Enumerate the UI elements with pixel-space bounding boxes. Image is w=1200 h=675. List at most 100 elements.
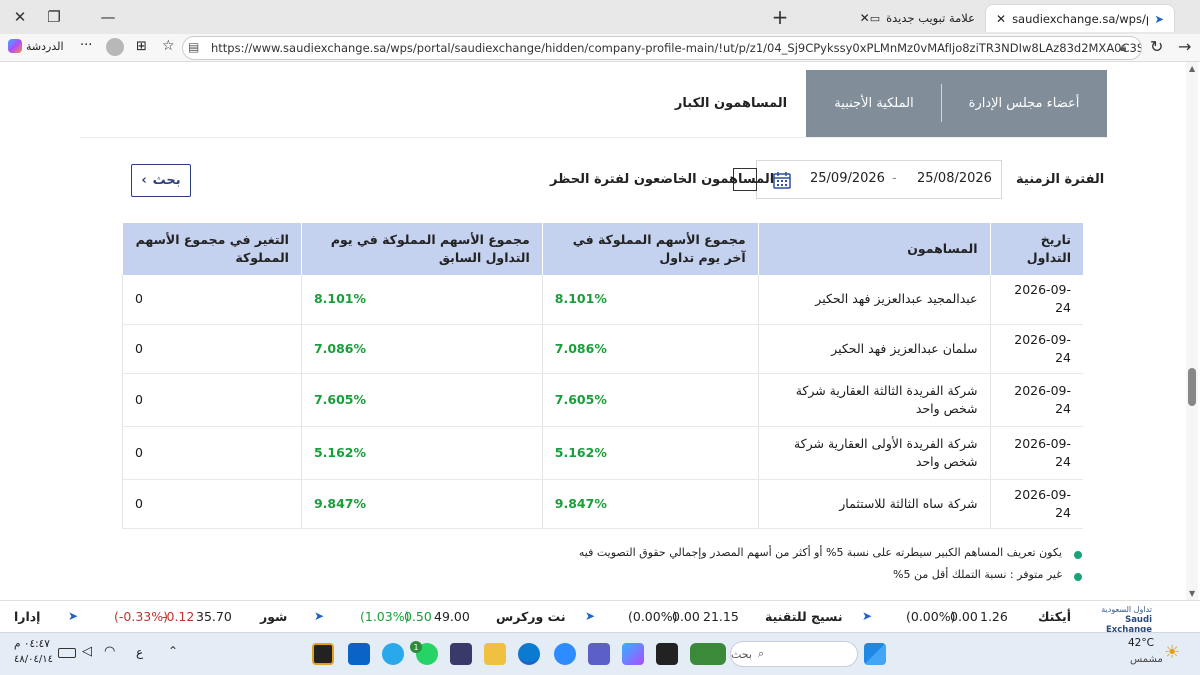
edge-icon[interactable]	[518, 643, 540, 665]
restore-window-icon[interactable]: ❐	[34, 4, 74, 30]
table-row: 2026-09-24 شركة ساه الثالثة للاستثمار 9.…	[122, 479, 1083, 529]
refresh-icon[interactable]: ↻	[1150, 37, 1163, 56]
scroll-down-icon[interactable]: ▼	[1189, 589, 1195, 598]
outlook-icon[interactable]	[348, 643, 370, 665]
col-header-prev-day: مجموع الأسهم المملوكة في يوم التداول الس…	[300, 223, 543, 275]
weather-sun-icon: ☀	[1164, 642, 1181, 663]
wifi-icon[interactable]: ◠	[104, 644, 115, 659]
profile-avatar[interactable]	[106, 38, 124, 56]
tab-new[interactable]: ✕ علامة تبويب جديدة ▭	[815, 4, 985, 32]
clock-time[interactable]: ٠٤:٤٧ م	[14, 638, 50, 650]
ticker-price: 21.15	[703, 609, 739, 624]
ticker-name[interactable]: شور	[260, 609, 287, 624]
cell-date: 2026-09-24	[989, 426, 1083, 480]
col-header-date: تاريخ التداول	[989, 223, 1083, 275]
more-menu-icon[interactable]: ···	[80, 38, 92, 53]
tab-page-icon: ▭	[869, 11, 881, 25]
calendar-icon[interactable]	[773, 171, 791, 189]
cell-change: 0	[122, 275, 302, 325]
windows-start-icon[interactable]	[864, 643, 886, 665]
clock-date: ٤٨/٠٤/١٤	[14, 654, 53, 665]
taskbar-search-field[interactable]: ⌕ بحث	[730, 641, 858, 667]
teams-icon[interactable]	[588, 643, 610, 665]
battery-icon[interactable]	[58, 648, 76, 658]
cell-date: 2026-09-24	[989, 373, 1083, 427]
scrollbar-thumb[interactable]	[1188, 368, 1196, 406]
minimize-window-icon[interactable]: —	[88, 4, 128, 30]
table-row: 2026-09-24 شركة الفريدة الثالثة العقارية…	[122, 373, 1083, 427]
cell-change: 0	[122, 479, 302, 529]
page-info-icon[interactable]: ▤	[188, 40, 199, 54]
collections-icon[interactable]: ⊞	[136, 39, 147, 54]
tab-major-shareholders[interactable]: المساهمون الكبار	[656, 70, 806, 137]
file-explorer-icon[interactable]	[484, 643, 506, 665]
note-not-available: غير متوفر : نسبة التملك أقل من 5%	[893, 568, 1062, 581]
cell-change: 0	[122, 426, 302, 480]
col-header-last-day: مجموع الأسهم المملوكة في آخر يوم تداول	[541, 223, 759, 275]
back-arrow-icon[interactable]: →	[1178, 37, 1191, 56]
close-tab-icon[interactable]: ✕	[996, 12, 1006, 26]
mosque-widget-icon[interactable]	[690, 643, 726, 665]
whatsapp-badge: 1	[410, 641, 422, 653]
system-tray-chevron-icon[interactable]: ⌃	[168, 644, 178, 658]
tab-foreign-ownership[interactable]: الملكية الأجنبية	[806, 70, 942, 137]
cell-prev-day: 8.101%	[300, 275, 543, 325]
ticker-name[interactable]: أيكتك	[1038, 609, 1071, 624]
logo-ar-text: تداول السعودية	[1101, 605, 1152, 614]
copilot-icon	[8, 39, 22, 53]
favorite-star-icon[interactable]: ☆	[162, 38, 175, 54]
blackout-period-label: المساهمون الخاضعون لفترة الحظر	[550, 172, 775, 187]
windows-taskbar: 42°C مشمس ☀ ⌕ بحث 1 ⌃ ع ◠ ◁ ٠٤:٤٧ م ٤٨/٠…	[0, 632, 1200, 675]
ticker-arrow-icon: ➤	[314, 609, 325, 623]
ticker-name[interactable]: نت وركرس	[496, 609, 566, 624]
date-range-field[interactable]: 25/08/2026 - 25/09/2026	[756, 160, 1002, 199]
url-text: https://www.saudiexchange.sa/wps/portal/…	[211, 41, 1142, 55]
lock-icon: 🔒︎	[1120, 40, 1127, 54]
copilot-app-icon[interactable]	[622, 643, 644, 665]
page-scrollbar[interactable]	[1186, 62, 1198, 600]
ticker-price: 49.00	[434, 609, 470, 624]
date-separator: -	[892, 171, 897, 186]
tab-board-members-label: أعضاء مجلس الإدارة	[968, 96, 1080, 111]
new-tab-icon[interactable]: +	[760, 4, 800, 30]
tab-divider	[941, 84, 942, 122]
ticker-arrow-icon: ➤	[862, 609, 873, 623]
cell-prev-day: 9.847%	[300, 479, 543, 529]
ticker-name[interactable]: نسيج للتقنية	[765, 609, 843, 624]
language-indicator[interactable]: ع	[136, 645, 143, 659]
ticker-price: 35.70	[196, 609, 232, 624]
scroll-up-icon[interactable]: ▲	[1189, 64, 1195, 73]
cell-date: 2026-09-24	[989, 324, 1083, 374]
copilot-chat-button[interactable]: الدردشة	[8, 39, 64, 53]
cell-last-day: 5.162%	[541, 426, 759, 480]
major-shareholders-table: تاريخ التداول المساهمون مجموع الأسهم الم…	[122, 223, 1083, 529]
saudi-exchange-logo: تداول السعودية Saudi Exchange	[1090, 605, 1152, 635]
terminal-icon[interactable]	[656, 643, 678, 665]
search-placeholder: بحث	[731, 647, 752, 661]
telegram-icon[interactable]	[382, 643, 404, 665]
chevron-right-icon: ›	[141, 173, 147, 188]
cell-date: 2026-09-24	[989, 275, 1083, 325]
date-from: 25/08/2026	[917, 171, 992, 186]
ticker-pct: (-0.33%)	[114, 609, 168, 624]
url-field[interactable]: https://www.saudiexchange.sa/wps/portal/…	[182, 36, 1142, 60]
zoom-icon[interactable]	[554, 643, 576, 665]
store-icon[interactable]	[450, 643, 472, 665]
close-tab-icon[interactable]: ✕	[860, 11, 870, 25]
table-row: 2026-09-24 سلمان عبدالعزيز فهد الحكير 7.…	[122, 324, 1083, 374]
tab-foreign-ownership-label: الملكية الأجنبية	[834, 96, 914, 111]
col-header-shareholder: المساهمون	[757, 223, 991, 275]
cell-date: 2026-09-24	[989, 479, 1083, 529]
weather-desc: مشمس	[1130, 654, 1163, 665]
cell-prev-day: 5.162%	[300, 426, 543, 480]
tab-board-members[interactable]: أعضاء مجلس الإدارة	[941, 70, 1107, 137]
search-button[interactable]: بحث ›	[131, 164, 191, 197]
weather-temp[interactable]: 42°C	[1128, 637, 1154, 649]
volume-icon[interactable]: ◁	[82, 644, 92, 659]
ticker-name[interactable]: إدارا	[14, 609, 40, 624]
ticker-pct: (0.00%)	[906, 609, 956, 624]
cell-last-day: 9.847%	[541, 479, 759, 529]
ticker-arrow-icon: ➤	[68, 609, 79, 623]
notes-app-icon[interactable]	[312, 643, 334, 665]
tab-saudiexchange[interactable]: ✕ saudiexchange.sa/wps/portal/saudi ➤	[985, 4, 1175, 32]
